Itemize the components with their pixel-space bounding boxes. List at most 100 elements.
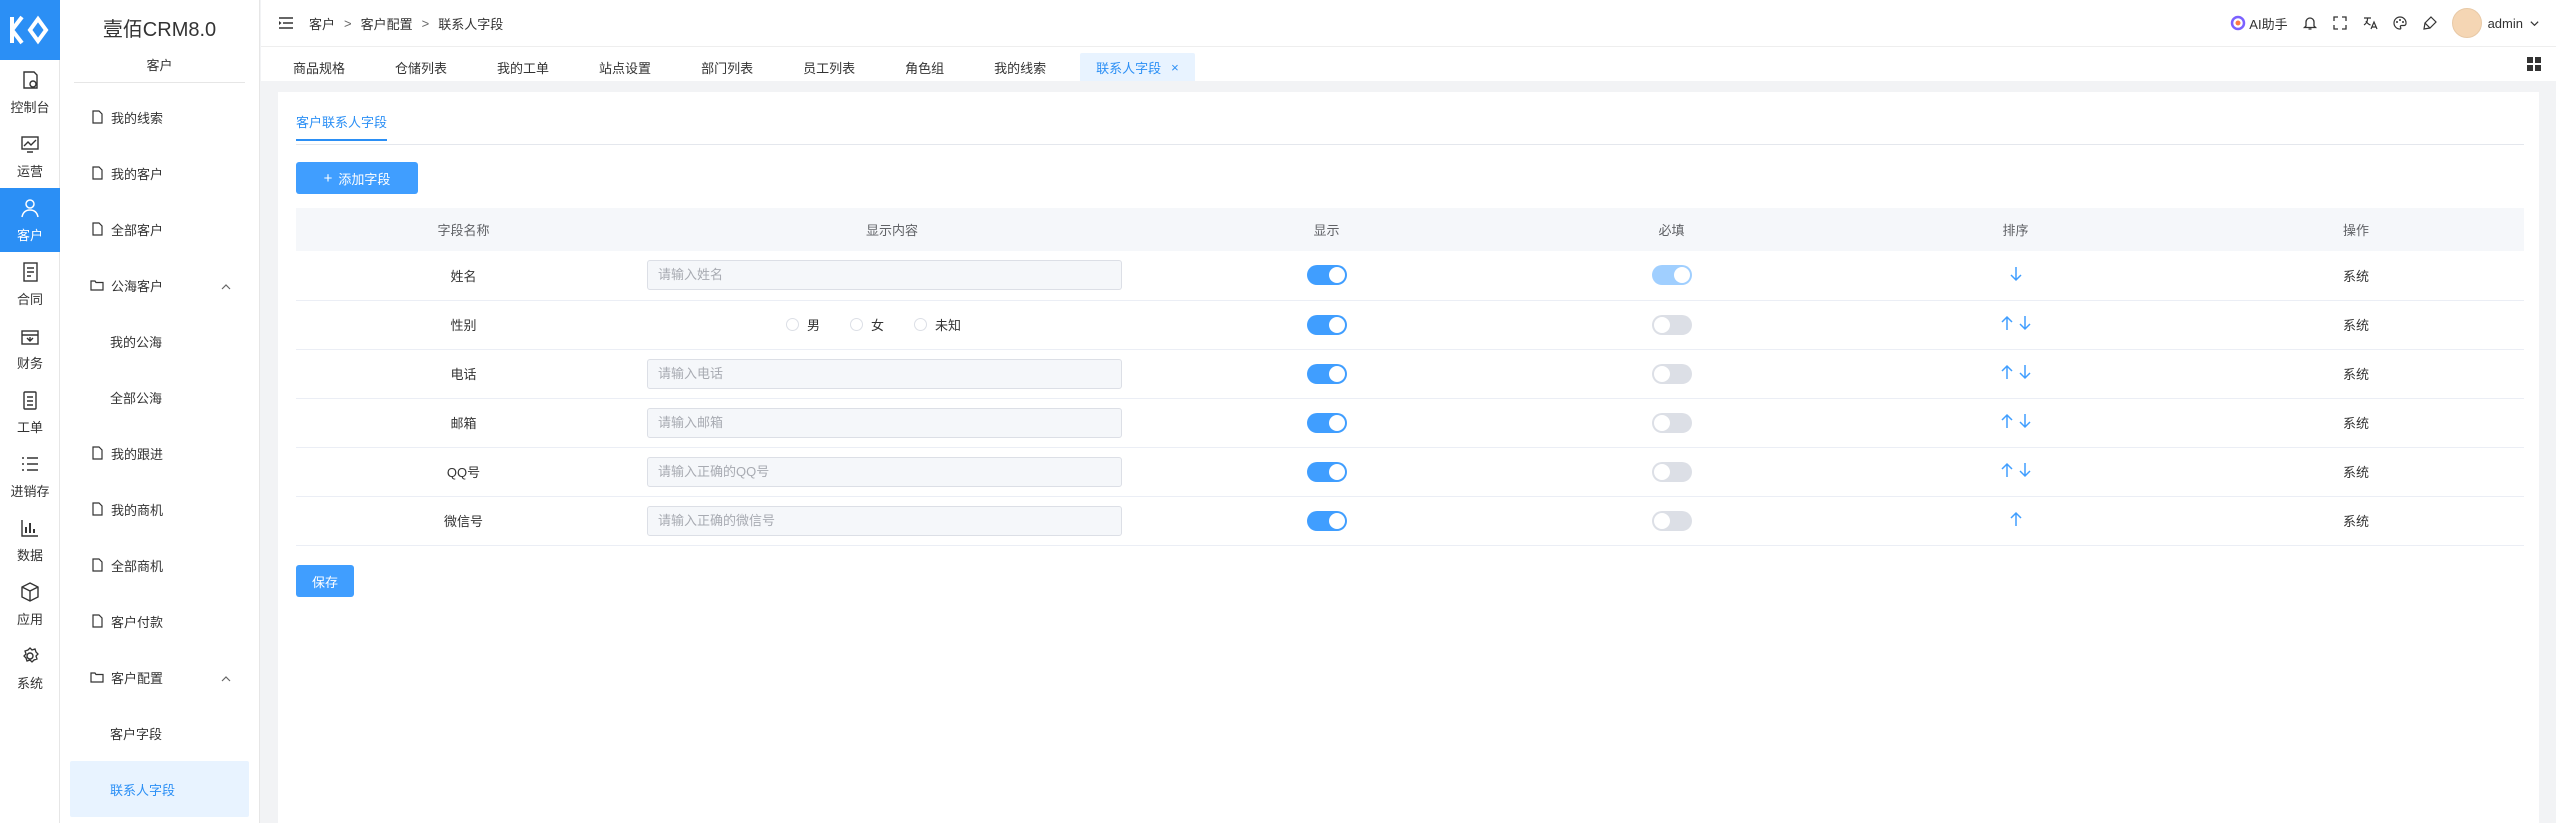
field-preview-input: 请输入正确的QQ号 bbox=[647, 456, 1122, 487]
arrow-up-icon[interactable] bbox=[2000, 413, 2014, 429]
bell-icon[interactable] bbox=[2302, 15, 2318, 31]
rail-item[interactable]: 控制台 bbox=[0, 60, 60, 124]
sidebar-item[interactable]: 客户配置 bbox=[60, 649, 259, 705]
sidebar-item[interactable]: 我的公海 bbox=[60, 313, 259, 369]
tab[interactable]: 我的线索 bbox=[978, 53, 1062, 81]
rail-item-label: 财务 bbox=[16, 355, 43, 371]
required-toggle[interactable] bbox=[1651, 363, 1692, 384]
rail-item[interactable]: 系统 bbox=[0, 636, 60, 700]
show-cell bbox=[1153, 300, 1500, 350]
arrow-up-icon[interactable] bbox=[2000, 364, 2014, 380]
ai-assistant-button[interactable]: AI助手 bbox=[2230, 14, 2288, 33]
arrow-down-icon[interactable] bbox=[2018, 462, 2032, 478]
sort-arrows bbox=[2009, 511, 2023, 527]
grid-icon[interactable] bbox=[2526, 56, 2542, 72]
translate-icon[interactable] bbox=[2362, 15, 2378, 31]
table-row: 姓名 请输入姓名 系统 bbox=[296, 251, 2524, 301]
tab[interactable]: 我的工单 bbox=[481, 53, 565, 81]
rail-item-label: 应用 bbox=[16, 611, 43, 627]
palette-icon[interactable] bbox=[2392, 15, 2408, 31]
user-icon bbox=[19, 197, 41, 225]
required-toggle[interactable] bbox=[1651, 314, 1692, 335]
sidebar: 壹佰CRM8.0 客户 我的线索 我的客户 全部客户 公海客户 我的公海 全部公海 我的跟进… bbox=[60, 0, 260, 823]
add-field-button[interactable]: + 添加字段 bbox=[296, 162, 418, 194]
tab[interactable]: 角色组 bbox=[889, 53, 960, 81]
tab[interactable]: 商品规格 bbox=[277, 53, 361, 81]
logo-icon bbox=[10, 15, 49, 45]
show-toggle[interactable] bbox=[1306, 412, 1347, 433]
sidebar-item[interactable]: 我的线索 bbox=[60, 89, 259, 145]
sidebar-item[interactable]: 联系人字段 bbox=[70, 761, 249, 817]
subtab-contact-fields[interactable]: 客户联系人字段 bbox=[296, 112, 388, 141]
close-icon[interactable]: × bbox=[1171, 60, 1179, 75]
tab[interactable]: 员工列表 bbox=[787, 53, 871, 81]
arrow-up-icon[interactable] bbox=[2009, 511, 2023, 527]
rail-item[interactable]: 客户 bbox=[0, 188, 60, 252]
breadcrumb-item[interactable]: 客户配置 bbox=[361, 14, 413, 33]
table-header: 字段名称 显示内容 显示 必填 排序 操作 bbox=[296, 208, 2524, 251]
tab[interactable]: 仓储列表 bbox=[379, 53, 463, 81]
column-header: 操作 bbox=[2188, 208, 2524, 251]
field-name: 姓名 bbox=[296, 251, 631, 301]
sidebar-item[interactable]: 全部商机 bbox=[60, 537, 259, 593]
breadcrumb-item[interactable]: 客户 bbox=[309, 14, 335, 33]
sidebar-item[interactable]: 全部客户 bbox=[60, 201, 259, 257]
sidebar-item-label: 我的客户 bbox=[111, 166, 164, 182]
sidebar-item[interactable]: 全部公海 bbox=[60, 369, 259, 425]
arrow-up-icon[interactable] bbox=[2000, 462, 2014, 478]
sidebar-item[interactable]: 我的跟进 bbox=[60, 425, 259, 481]
rail-item[interactable]: 财务 bbox=[0, 316, 60, 380]
sidebar-item[interactable]: 我的商机 bbox=[60, 481, 259, 537]
arrow-down-icon[interactable] bbox=[2018, 315, 2032, 331]
chart-icon bbox=[19, 133, 41, 161]
operation-text: 系统 bbox=[2188, 496, 2524, 546]
cube-icon bbox=[19, 581, 41, 609]
required-toggle[interactable] bbox=[1651, 510, 1692, 531]
required-toggle[interactable] bbox=[1651, 412, 1692, 433]
show-cell bbox=[1153, 398, 1500, 448]
rail-item[interactable]: 工单 bbox=[0, 380, 60, 444]
field-preview-cell: 请输入电话 bbox=[631, 349, 1153, 399]
radio-option[interactable]: 男 bbox=[786, 315, 820, 334]
show-toggle[interactable] bbox=[1306, 265, 1347, 286]
save-button[interactable]: 保存 bbox=[296, 565, 354, 597]
arrow-up-icon[interactable] bbox=[2000, 315, 2014, 331]
required-toggle[interactable] bbox=[1651, 461, 1692, 482]
logo bbox=[0, 0, 60, 60]
breadcrumb-separator: > bbox=[344, 15, 352, 31]
plus-icon: + bbox=[323, 169, 333, 187]
tab[interactable]: 部门列表 bbox=[685, 53, 769, 81]
show-toggle[interactable] bbox=[1306, 314, 1347, 335]
sidebar-item[interactable]: 公海客户 bbox=[60, 257, 259, 313]
radio-label: 男 bbox=[807, 318, 821, 333]
show-toggle[interactable] bbox=[1306, 363, 1347, 384]
rail-item[interactable]: 运营 bbox=[0, 124, 60, 188]
show-toggle[interactable] bbox=[1306, 510, 1347, 531]
arrow-down-icon[interactable] bbox=[2018, 364, 2032, 380]
sidebar-item[interactable]: 客户付款 bbox=[60, 593, 259, 649]
radio-option[interactable]: 女 bbox=[850, 315, 884, 334]
field-name: 邮箱 bbox=[296, 398, 631, 448]
operation-text: 系统 bbox=[2188, 398, 2524, 448]
sidebar-item[interactable]: 客户字段 bbox=[60, 705, 259, 761]
fullscreen-icon[interactable] bbox=[2332, 15, 2348, 31]
tab-label: 角色组 bbox=[905, 60, 945, 76]
rail-item[interactable]: 应用 bbox=[0, 572, 60, 636]
sidebar-item-label: 联系人字段 bbox=[110, 782, 176, 798]
menu-toggle-icon[interactable] bbox=[279, 17, 293, 29]
clean-icon[interactable] bbox=[2422, 15, 2438, 31]
bar-chart-icon bbox=[19, 517, 41, 545]
sidebar-item-label: 客户配置 bbox=[111, 670, 164, 686]
rail-item[interactable]: 进销存 bbox=[0, 444, 60, 508]
tab[interactable]: 联系人字段 × bbox=[1080, 53, 1195, 81]
show-toggle[interactable] bbox=[1306, 461, 1347, 482]
arrow-down-icon[interactable] bbox=[2009, 266, 2023, 282]
sort-arrows bbox=[2000, 462, 2032, 478]
sidebar-item[interactable]: 我的客户 bbox=[60, 145, 259, 201]
tab[interactable]: 站点设置 bbox=[583, 53, 667, 81]
user-menu[interactable]: admin bbox=[2451, 8, 2540, 38]
arrow-down-icon[interactable] bbox=[2018, 413, 2032, 429]
radio-option[interactable]: 未知 bbox=[914, 315, 961, 334]
rail-item[interactable]: 数据 bbox=[0, 508, 60, 572]
rail-item[interactable]: 合同 bbox=[0, 252, 60, 316]
